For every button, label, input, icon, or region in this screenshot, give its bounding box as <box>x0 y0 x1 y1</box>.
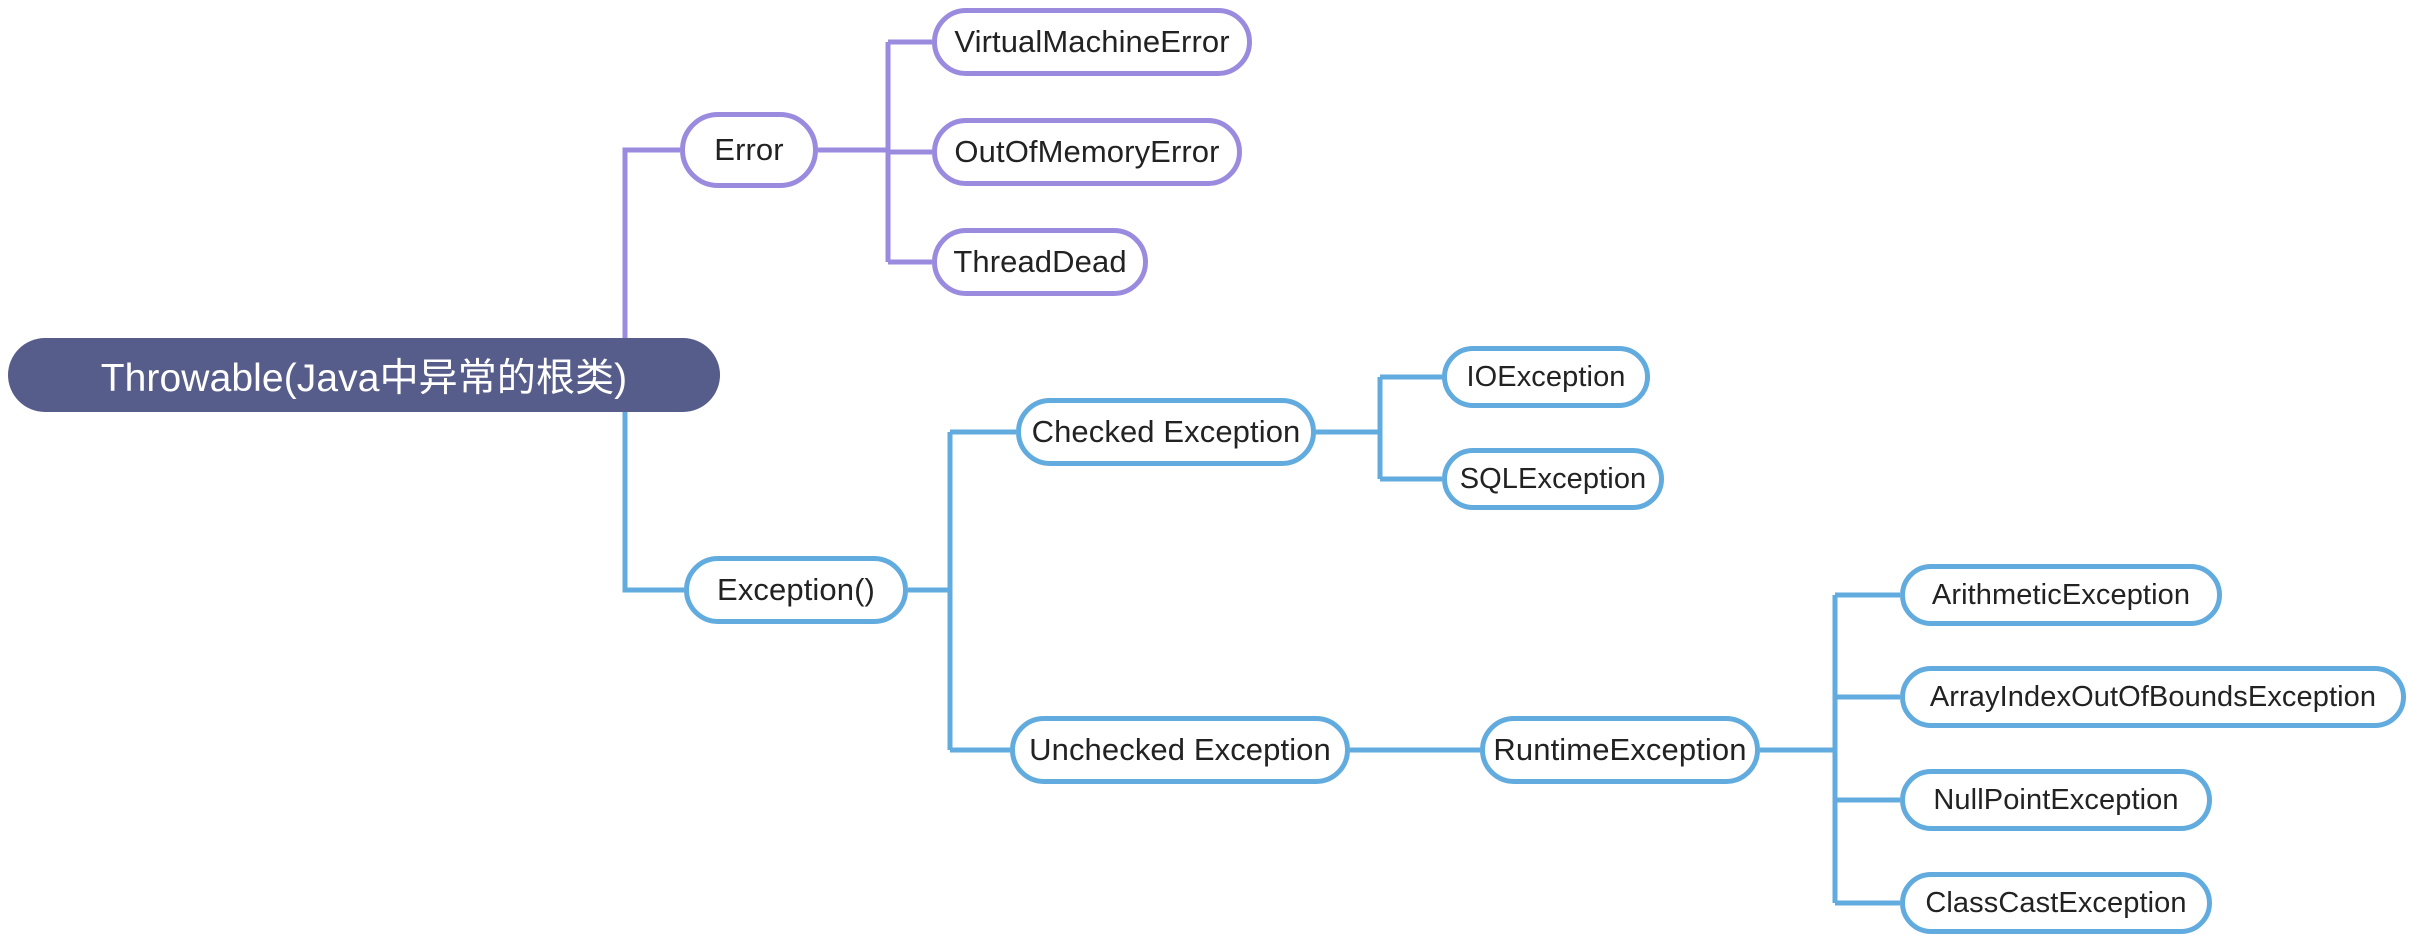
node-class-cast-exception[interactable]: ClassCastException <box>1900 872 2212 934</box>
node-exception[interactable]: Exception() <box>684 556 908 624</box>
node-sql-exception[interactable]: SQLException <box>1442 448 1664 510</box>
node-virtual-machine-error[interactable]: VirtualMachineError <box>932 8 1252 76</box>
node-error[interactable]: Error <box>680 112 818 188</box>
node-root[interactable]: Throwable(Java中异常的根类) <box>8 338 720 412</box>
node-runtime-exception[interactable]: RuntimeException <box>1480 716 1760 784</box>
node-arithmetic-exception[interactable]: ArithmeticException <box>1900 564 2222 626</box>
node-unchecked-exception[interactable]: Unchecked Exception <box>1010 716 1350 784</box>
node-array-index-out-of-bounds-exception[interactable]: ArrayIndexOutOfBoundsException <box>1900 666 2406 728</box>
node-checked-exception[interactable]: Checked Exception <box>1016 398 1316 466</box>
node-io-exception[interactable]: IOException <box>1442 346 1650 408</box>
mindmap-canvas: Throwable(Java中异常的根类) Error VirtualMachine… <box>0 0 2420 944</box>
node-null-point-exception[interactable]: NullPointException <box>1900 769 2212 831</box>
node-out-of-memory-error[interactable]: OutOfMemoryError <box>932 118 1242 186</box>
node-thread-dead[interactable]: ThreadDead <box>932 228 1148 296</box>
